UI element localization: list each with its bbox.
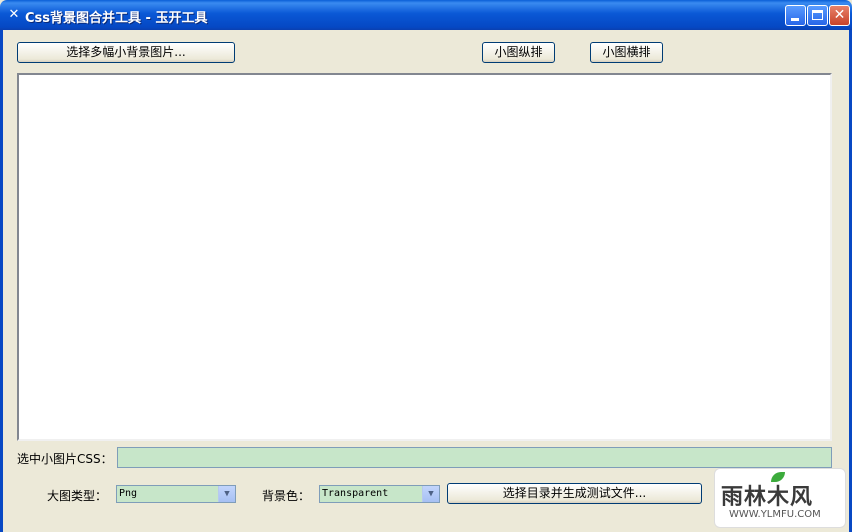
watermark-logo: 雨林木风 WWW.YLMFU.COM bbox=[714, 468, 846, 528]
select-images-button[interactable]: 选择多幅小背景图片... bbox=[17, 42, 235, 63]
close-icon: ✕ bbox=[833, 7, 846, 23]
bg-color-select[interactable]: Transparent ▼ bbox=[319, 485, 440, 503]
image-preview-panel[interactable] bbox=[17, 73, 832, 441]
css-output-field[interactable] bbox=[117, 447, 832, 468]
minimize-button[interactable] bbox=[785, 5, 806, 26]
window-border-left bbox=[0, 30, 3, 532]
window-title: Css背景图合并工具 - 玉开工具 bbox=[25, 11, 208, 26]
big-image-type-label: 大图类型： bbox=[47, 489, 108, 503]
maximize-icon bbox=[812, 10, 823, 20]
close-button[interactable]: ✕ bbox=[829, 5, 850, 26]
title-bar[interactable]: ✕ Css背景图合并工具 - 玉开工具 ✕ bbox=[0, 0, 852, 30]
vertical-arrange-button[interactable]: 小图纵排 bbox=[482, 42, 555, 63]
watermark-text: 雨林木风 bbox=[721, 485, 814, 510]
tools-icon: ✕ bbox=[8, 7, 20, 22]
chevron-down-icon[interactable]: ▼ bbox=[422, 486, 439, 502]
watermark-url: WWW.YLMFU.COM bbox=[729, 509, 821, 520]
minimize-icon bbox=[791, 18, 799, 21]
chevron-down-icon[interactable]: ▼ bbox=[218, 486, 235, 502]
bg-color-label: 背景色： bbox=[262, 489, 311, 503]
bg-color-value: Transparent bbox=[322, 488, 389, 499]
big-image-type-select[interactable]: Png ▼ bbox=[116, 485, 236, 503]
maximize-button[interactable] bbox=[807, 5, 828, 26]
horizontal-arrange-button[interactable]: 小图横排 bbox=[590, 42, 663, 63]
generate-test-files-button[interactable]: 选择目录并生成测试文件... bbox=[447, 483, 702, 504]
big-image-type-value: Png bbox=[119, 488, 138, 499]
css-field-label: 选中小图片CSS： bbox=[17, 452, 113, 466]
